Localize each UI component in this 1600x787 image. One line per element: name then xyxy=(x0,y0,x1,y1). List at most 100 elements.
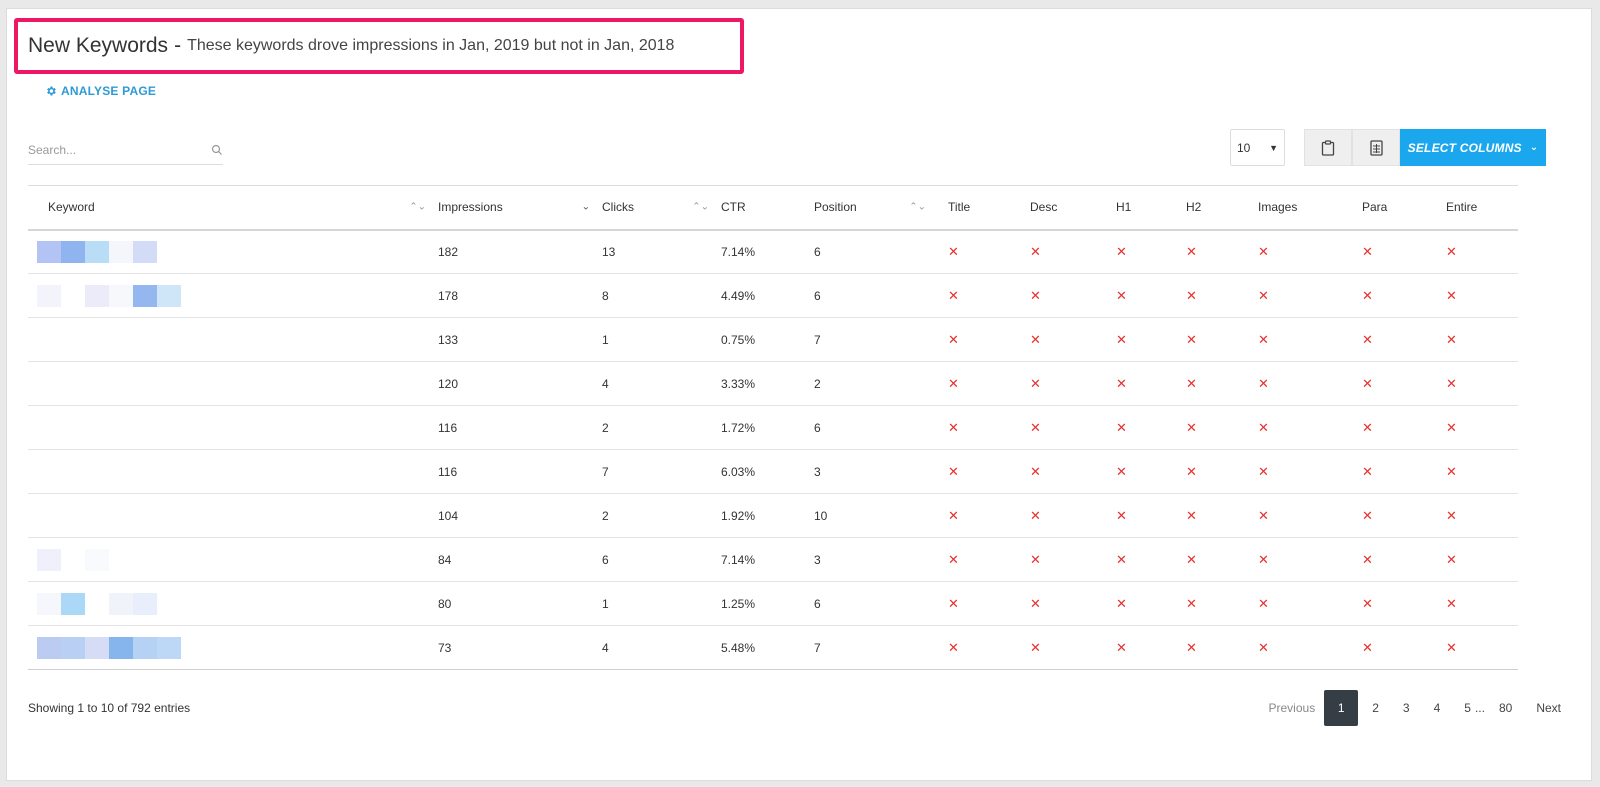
keyword-redacted xyxy=(37,461,187,483)
entire-status-icon: ✕ xyxy=(1446,243,1457,259)
entire-status-icon: ✕ xyxy=(1446,595,1457,611)
next-page-button[interactable]: Next xyxy=(1524,701,1561,715)
clipboard-icon xyxy=(1321,139,1335,156)
caret-down-icon: ▼ xyxy=(1269,142,1278,153)
copy-button[interactable] xyxy=(1304,129,1352,166)
highlighted-heading: New Keywords - These keywords drove impr… xyxy=(14,18,744,74)
title-status-icon: ✕ xyxy=(948,639,959,655)
table-row: 182 13 7.14% 6 ✕ ✕ ✕ ✕ ✕ ✕ ✕ xyxy=(28,230,1518,274)
h1-status-icon: ✕ xyxy=(1116,331,1127,347)
impressions-cell: 178 xyxy=(438,288,459,303)
position-cell: 7 xyxy=(814,640,821,655)
column-header-position[interactable]: Position ⌃⌄ xyxy=(814,186,948,230)
select-columns-button[interactable]: SELECT COLUMNS ⌄ xyxy=(1400,129,1546,166)
impressions-cell: 182 xyxy=(438,244,459,259)
impressions-cell: 116 xyxy=(438,464,458,479)
ctr-cell: 1.72% xyxy=(721,420,756,435)
table-row: 104 2 1.92% 10 ✕ ✕ ✕ ✕ ✕ ✕ ✕ xyxy=(28,494,1518,538)
select-columns-label: SELECT COLUMNS xyxy=(1407,140,1522,155)
ctr-cell: 0.75% xyxy=(721,332,756,347)
h2-status-icon: ✕ xyxy=(1186,375,1197,391)
table-row: 80 1 1.25% 6 ✕ ✕ ✕ ✕ ✕ ✕ ✕ xyxy=(28,582,1518,626)
images-status-icon: ✕ xyxy=(1258,331,1269,347)
keyword-redacted xyxy=(37,505,187,527)
entire-status-icon: ✕ xyxy=(1446,419,1457,435)
h1-status-icon: ✕ xyxy=(1116,507,1127,523)
desc-status-icon: ✕ xyxy=(1030,419,1041,435)
para-status-icon: ✕ xyxy=(1362,595,1373,611)
images-status-icon: ✕ xyxy=(1258,375,1269,391)
images-status-icon: ✕ xyxy=(1258,595,1269,611)
keyword-redacted xyxy=(37,284,187,307)
h1-status-icon: ✕ xyxy=(1116,463,1127,479)
clicks-cell: 2 xyxy=(602,420,609,435)
page-title: New Keywords xyxy=(28,34,169,57)
table-row: 120 4 3.33% 2 ✕ ✕ ✕ ✕ ✕ ✕ ✕ xyxy=(28,362,1518,406)
keyword-redacted xyxy=(37,240,187,263)
keyword-redacted xyxy=(37,329,187,351)
page-length-value: 10 xyxy=(1237,140,1251,155)
images-status-icon: ✕ xyxy=(1258,463,1269,479)
clicks-cell: 8 xyxy=(602,288,609,303)
chevron-down-icon: ⌄ xyxy=(1529,142,1539,153)
images-status-icon: ✕ xyxy=(1258,287,1269,303)
page-button-4[interactable]: 4 xyxy=(1422,701,1453,715)
h2-status-icon: ✕ xyxy=(1186,463,1197,479)
keyword-cell xyxy=(28,538,438,582)
desc-status-icon: ✕ xyxy=(1030,375,1041,391)
desc-status-icon: ✕ xyxy=(1030,595,1041,611)
position-cell: 2 xyxy=(814,376,821,391)
analyse-page-link[interactable]: ANALYSE PAGE xyxy=(45,84,156,98)
page-button-1[interactable]: 1 xyxy=(1324,690,1359,726)
table-row: 116 2 1.72% 6 ✕ ✕ ✕ ✕ ✕ ✕ ✕ xyxy=(28,406,1518,450)
desc-status-icon: ✕ xyxy=(1030,243,1041,259)
keyword-cell xyxy=(28,318,438,362)
h1-status-icon: ✕ xyxy=(1116,287,1127,303)
table-info: Showing 1 to 10 of 792 entries xyxy=(28,701,191,715)
h1-status-icon: ✕ xyxy=(1116,243,1127,259)
entire-status-icon: ✕ xyxy=(1446,287,1457,303)
keyword-cell xyxy=(28,494,438,538)
search-box xyxy=(28,135,223,165)
para-status-icon: ✕ xyxy=(1362,419,1373,435)
column-header-h1: H1 xyxy=(1116,200,1132,215)
column-header-clicks[interactable]: Clicks ⌃⌄ xyxy=(602,186,721,230)
ctr-cell: 6.03% xyxy=(721,464,756,479)
pagination-ellipsis: ... xyxy=(1474,701,1485,715)
pagination: Previous 1 2 3 4 5 ... 80 Next xyxy=(1257,690,1561,726)
page-length-select[interactable]: 10 ▼ xyxy=(1230,129,1285,166)
impressions-cell: 116 xyxy=(438,420,458,435)
keyword-cell xyxy=(28,406,438,450)
ctr-cell: 1.92% xyxy=(721,508,756,523)
h2-status-icon: ✕ xyxy=(1186,331,1197,347)
column-header-impressions[interactable]: Impressions ⌄ xyxy=(438,186,602,230)
export-csv-button[interactable] xyxy=(1352,129,1400,166)
keyword-redacted xyxy=(37,592,187,615)
h1-status-icon: ✕ xyxy=(1116,551,1127,567)
impressions-cell: 120 xyxy=(438,376,459,391)
h1-status-icon: ✕ xyxy=(1116,639,1127,655)
column-header-keyword[interactable]: Keyword ⌃⌄ xyxy=(28,186,438,230)
search-input[interactable] xyxy=(28,142,198,157)
h2-status-icon: ✕ xyxy=(1186,595,1197,611)
position-cell: 6 xyxy=(814,596,821,611)
page-button-3[interactable]: 3 xyxy=(1391,701,1422,715)
page-button-5[interactable]: 5 xyxy=(1452,701,1473,715)
search-icon xyxy=(211,144,222,155)
table-row: 116 7 6.03% 3 ✕ ✕ ✕ ✕ ✕ ✕ ✕ xyxy=(28,450,1518,494)
images-status-icon: ✕ xyxy=(1258,243,1269,259)
position-cell: 3 xyxy=(814,552,821,567)
keyword-redacted xyxy=(37,417,187,439)
clicks-cell: 7 xyxy=(602,464,609,479)
page-button-2[interactable]: 2 xyxy=(1360,701,1391,715)
para-status-icon: ✕ xyxy=(1362,243,1373,259)
previous-page-button[interactable]: Previous xyxy=(1257,701,1325,715)
para-status-icon: ✕ xyxy=(1362,551,1373,567)
impressions-cell: 80 xyxy=(438,596,452,611)
page-button-80[interactable]: 80 xyxy=(1487,701,1524,715)
h2-status-icon: ✕ xyxy=(1186,507,1197,523)
column-header-ctr[interactable]: CTR xyxy=(721,186,814,230)
sort-icon: ⌃⌄ xyxy=(692,201,709,213)
sort-icon: ⌃⌄ xyxy=(909,201,926,213)
desc-status-icon: ✕ xyxy=(1030,463,1041,479)
